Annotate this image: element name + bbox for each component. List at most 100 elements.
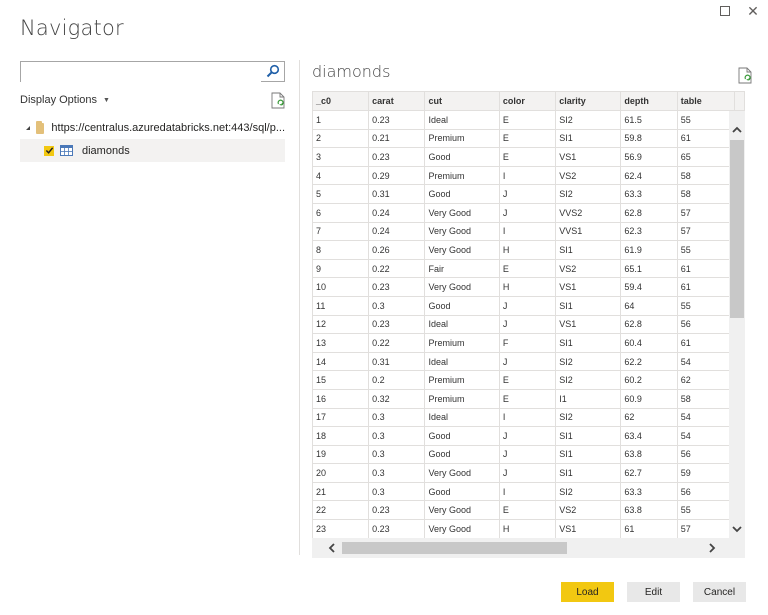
table-cell-clarity[interactable]: SI1 [555, 463, 622, 483]
table-cell-carat[interactable]: 0.3 [368, 481, 426, 502]
table-cell-color[interactable]: H [498, 519, 557, 539]
table-cell-c0[interactable]: 23 [312, 519, 370, 539]
table-cell-table[interactable]: 55 [676, 240, 736, 260]
table-cell-clarity[interactable]: VS2 [555, 258, 622, 279]
refresh-icon[interactable] [271, 92, 285, 109]
table-cell-table[interactable]: 61 [676, 128, 736, 149]
vertical-scrollbar[interactable] [729, 111, 745, 538]
table-cell-c0[interactable]: 12 [312, 314, 370, 335]
table-cell-carat[interactable]: 0.3 [368, 444, 426, 465]
table-cell-depth[interactable]: 59.4 [620, 277, 678, 297]
refresh-preview-icon[interactable] [738, 67, 752, 84]
load-button[interactable]: Load [561, 582, 614, 602]
table-cell-carat[interactable]: 0.3 [368, 407, 426, 428]
table-cell-depth[interactable]: 62.2 [620, 351, 678, 372]
table-cell-color[interactable]: E [498, 388, 557, 409]
table-cell-color[interactable]: E [498, 110, 557, 130]
table-cell-c0[interactable]: 11 [312, 295, 370, 316]
table-cell-table[interactable]: 58 [676, 184, 736, 204]
table-cell-color[interactable]: J [498, 295, 557, 316]
table-cell-c0[interactable]: 22 [312, 500, 370, 521]
table-cell-clarity[interactable]: SI2 [555, 481, 622, 502]
display-options-dropdown[interactable]: Display Options ▼ [20, 94, 110, 106]
table-cell-table[interactable]: 61 [676, 258, 736, 279]
checkbox-checked-icon[interactable] [44, 145, 54, 156]
table-cell-cut[interactable]: Premium [424, 165, 500, 186]
table-cell-c0[interactable]: 20 [312, 463, 370, 483]
table-cell-carat[interactable]: 0.31 [368, 351, 426, 372]
table-cell-cut[interactable]: Ideal [424, 351, 500, 372]
table-cell-clarity[interactable]: I1 [555, 388, 622, 409]
table-cell-carat[interactable]: 0.23 [368, 519, 426, 539]
table-cell-depth[interactable]: 62.8 [620, 202, 678, 223]
table-cell-c0[interactable]: 13 [312, 333, 370, 353]
table-cell-cut[interactable]: Good [424, 444, 500, 465]
table-cell-carat[interactable]: 0.23 [368, 277, 426, 297]
table-cell-cut[interactable]: Very Good [424, 240, 500, 260]
table-cell-c0[interactable]: 8 [312, 240, 370, 260]
horizontal-scrollbar[interactable] [312, 538, 745, 558]
column-header-partial[interactable] [734, 91, 745, 111]
search-input[interactable] [21, 62, 261, 82]
table-cell-depth[interactable]: 59.8 [620, 128, 678, 149]
close-button[interactable]: ✕ [746, 3, 760, 19]
table-cell-table[interactable]: 58 [676, 165, 736, 186]
table-cell-color[interactable]: J [498, 314, 557, 335]
table-cell-clarity[interactable]: SI1 [555, 426, 622, 446]
search-icon[interactable] [266, 64, 280, 78]
table-cell-color[interactable]: I [498, 221, 557, 242]
table-cell-clarity[interactable]: VS1 [555, 147, 622, 167]
column-header[interactable]: depth [620, 91, 678, 111]
table-cell-carat[interactable]: 0.31 [368, 184, 426, 204]
table-cell-c0[interactable]: 15 [312, 370, 370, 390]
column-header[interactable]: carat [368, 91, 426, 111]
table-cell-color[interactable]: F [498, 333, 557, 353]
scroll-up-button[interactable] [729, 120, 745, 138]
horizontal-scroll-thumb[interactable] [342, 542, 567, 554]
table-cell-clarity[interactable]: SI1 [555, 128, 622, 149]
table-cell-color[interactable]: E [498, 258, 557, 279]
table-cell-depth[interactable]: 61.5 [620, 110, 678, 130]
table-cell-cut[interactable]: Very Good [424, 277, 500, 297]
table-cell-c0[interactable]: 2 [312, 128, 370, 149]
column-header[interactable]: _c0 [312, 91, 370, 111]
table-cell-c0[interactable]: 5 [312, 184, 370, 204]
table-cell-color[interactable]: I [498, 165, 557, 186]
table-cell-color[interactable]: I [498, 481, 557, 502]
table-cell-carat[interactable]: 0.29 [368, 165, 426, 186]
tree-item-server[interactable]: https://centralus.azuredatabricks.net:44… [20, 117, 285, 139]
table-cell-color[interactable]: J [498, 444, 557, 465]
table-cell-depth[interactable]: 61.9 [620, 240, 678, 260]
table-cell-c0[interactable]: 9 [312, 258, 370, 279]
table-cell-depth[interactable]: 60.4 [620, 333, 678, 353]
table-cell-table[interactable]: 55 [676, 110, 736, 130]
table-cell-c0[interactable]: 7 [312, 221, 370, 242]
table-cell-depth[interactable]: 56.9 [620, 147, 678, 167]
maximize-button[interactable] [718, 4, 732, 18]
table-cell-c0[interactable]: 19 [312, 444, 370, 465]
scroll-left-button[interactable] [322, 538, 340, 558]
table-cell-depth[interactable]: 63.4 [620, 426, 678, 446]
table-cell-color[interactable]: J [498, 184, 557, 204]
table-cell-carat[interactable]: 0.23 [368, 500, 426, 521]
column-header[interactable]: clarity [555, 91, 622, 111]
table-cell-table[interactable]: 61 [676, 277, 736, 297]
table-cell-c0[interactable]: 18 [312, 426, 370, 446]
table-cell-color[interactable]: E [498, 500, 557, 521]
table-cell-c0[interactable]: 3 [312, 147, 370, 167]
table-cell-cut[interactable]: Premium [424, 333, 500, 353]
column-header[interactable]: cut [424, 91, 500, 111]
table-cell-clarity[interactable]: VS2 [555, 165, 622, 186]
table-cell-clarity[interactable]: VVS1 [555, 221, 622, 242]
table-cell-cut[interactable]: Premium [424, 388, 500, 409]
expand-collapse-icon[interactable] [26, 126, 30, 130]
table-cell-c0[interactable]: 10 [312, 277, 370, 297]
table-cell-depth[interactable]: 62 [620, 407, 678, 428]
table-cell-table[interactable]: 54 [676, 351, 736, 372]
table-cell-carat[interactable]: 0.26 [368, 240, 426, 260]
table-cell-carat[interactable]: 0.23 [368, 110, 426, 130]
table-cell-cut[interactable]: Ideal [424, 314, 500, 335]
table-cell-depth[interactable]: 60.2 [620, 370, 678, 390]
table-cell-carat[interactable]: 0.3 [368, 295, 426, 316]
table-cell-cut[interactable]: Very Good [424, 500, 500, 521]
